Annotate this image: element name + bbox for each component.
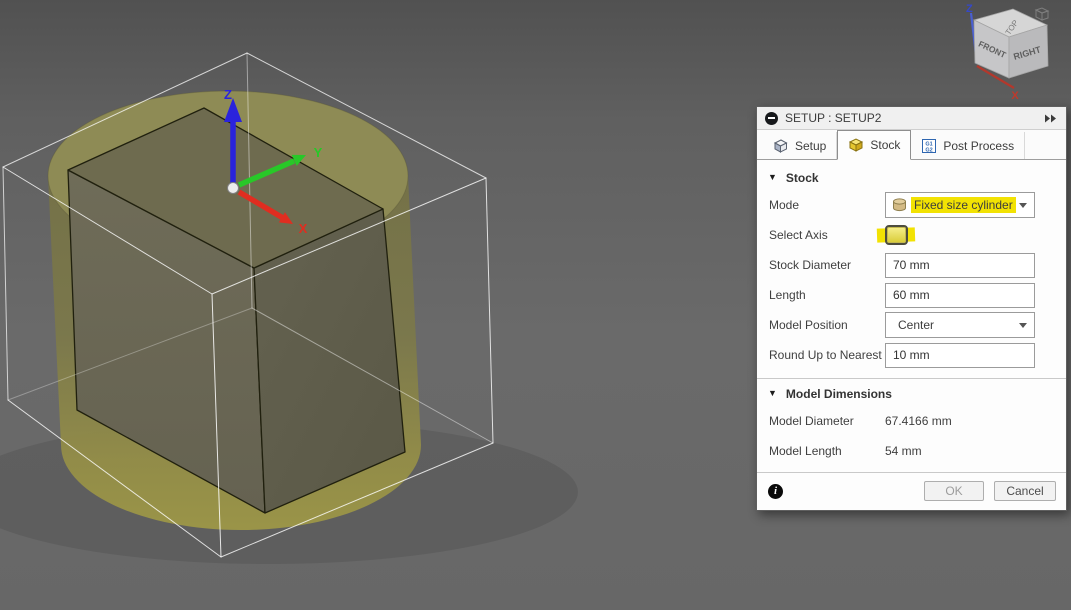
row-length: Length xyxy=(757,280,1066,310)
round-up-input[interactable] xyxy=(885,342,1035,368)
cancel-button[interactable]: Cancel xyxy=(994,481,1056,501)
section-header-model-dimensions[interactable]: ▼ Model Dimensions xyxy=(757,382,1066,406)
view-cube[interactable]: TOP FRONT RIGHT Z X xyxy=(966,3,1050,102)
dock-double-arrow-icon[interactable] xyxy=(1044,114,1058,123)
post-process-tab-icon: G1 G2 xyxy=(922,138,937,153)
mode-label: Mode xyxy=(769,198,800,212)
mode-value: Fixed size cylinder xyxy=(911,197,1016,213)
chevron-down-icon xyxy=(1019,323,1027,328)
origin-point[interactable] xyxy=(227,182,239,194)
model-position-label: Model Position xyxy=(769,318,848,332)
section-header-stock[interactable]: ▼ Stock xyxy=(757,166,1066,190)
tab-stock[interactable]: Stock xyxy=(837,130,912,160)
row-stock-diameter: Stock Diameter xyxy=(757,250,1066,280)
model-position-value: Center xyxy=(898,318,935,332)
cylinder-icon xyxy=(893,198,906,212)
section-model-dimensions-title: Model Dimensions xyxy=(785,387,892,401)
setup-dialog: SETUP : SETUP2 Setup Stock G1 G2 Post Pr… xyxy=(756,106,1067,511)
row-model-position: Model Position Center xyxy=(757,310,1066,340)
row-model-length: Model Length 54 mm xyxy=(757,436,1066,466)
select-axis-label: Select Axis xyxy=(769,228,828,242)
stock-diameter-input[interactable] xyxy=(885,252,1035,278)
row-select-axis: Select Axis xyxy=(757,220,1066,250)
setup-tab-icon xyxy=(773,138,788,153)
length-input[interactable] xyxy=(885,282,1035,308)
model-length-value: 54 mm xyxy=(885,444,922,458)
ok-button[interactable]: OK xyxy=(924,481,984,501)
info-icon[interactable]: i xyxy=(768,483,783,499)
dialog-tab-bar: Setup Stock G1 G2 Post Process xyxy=(757,130,1066,160)
chevron-down-icon xyxy=(1019,203,1027,208)
select-axis-control xyxy=(876,225,929,245)
row-model-diameter: Model Diameter 67.4166 mm xyxy=(757,406,1066,436)
tab-setup-label: Setup xyxy=(795,138,827,153)
fusion-viewport: Z Y X TOP FRONT RIGHT Z X SETUP: SETUP2… xyxy=(0,0,1071,610)
svg-text:G2: G2 xyxy=(926,147,933,153)
model-diameter-label: Model Diameter xyxy=(769,414,854,428)
dialog-header[interactable]: SETUP : SETUP2 xyxy=(757,107,1066,130)
model-position-dropdown[interactable]: Center xyxy=(885,312,1035,338)
x-axis-label: X xyxy=(299,221,308,236)
tab-stock-label: Stock xyxy=(870,138,901,152)
tab-post-process[interactable]: G1 G2 Post Process xyxy=(911,132,1026,159)
dialog-body: ▼ Stock Mode Fixed size cylinder Select … xyxy=(757,160,1066,466)
stock-tab-icon xyxy=(849,138,864,152)
viewcube-x-label: X xyxy=(1011,90,1019,102)
dialog-title: SETUP : SETUP2 xyxy=(785,111,882,125)
mode-dropdown[interactable]: Fixed size cylinder xyxy=(885,192,1035,218)
collapse-triangle-icon: ▼ xyxy=(768,388,777,398)
select-axis-button[interactable] xyxy=(885,225,908,245)
section-stock-title: Stock xyxy=(785,171,819,185)
model-length-label: Model Length xyxy=(769,444,842,458)
z-axis-label: Z xyxy=(224,87,232,102)
row-round-up: Round Up to Nearest xyxy=(757,340,1066,370)
viewcube-home-icon[interactable] xyxy=(1034,7,1050,21)
viewcube-z-label: Z xyxy=(966,3,973,15)
row-mode: Mode Fixed size cylinder xyxy=(757,190,1066,220)
collapse-triangle-icon: ▼ xyxy=(768,172,777,182)
tab-post-process-label: Post Process xyxy=(943,138,1015,153)
collapse-icon[interactable] xyxy=(765,111,778,125)
round-up-label: Round Up to Nearest xyxy=(769,348,882,362)
length-label: Length xyxy=(769,288,806,302)
y-axis-label: Y xyxy=(314,145,323,160)
stock-diameter-label: Stock Diameter xyxy=(769,258,852,272)
model-diameter-value: 67.4166 mm xyxy=(885,414,952,428)
section-divider xyxy=(757,378,1066,379)
dialog-footer: i OK Cancel xyxy=(757,472,1066,510)
tab-setup[interactable]: Setup xyxy=(762,132,838,159)
